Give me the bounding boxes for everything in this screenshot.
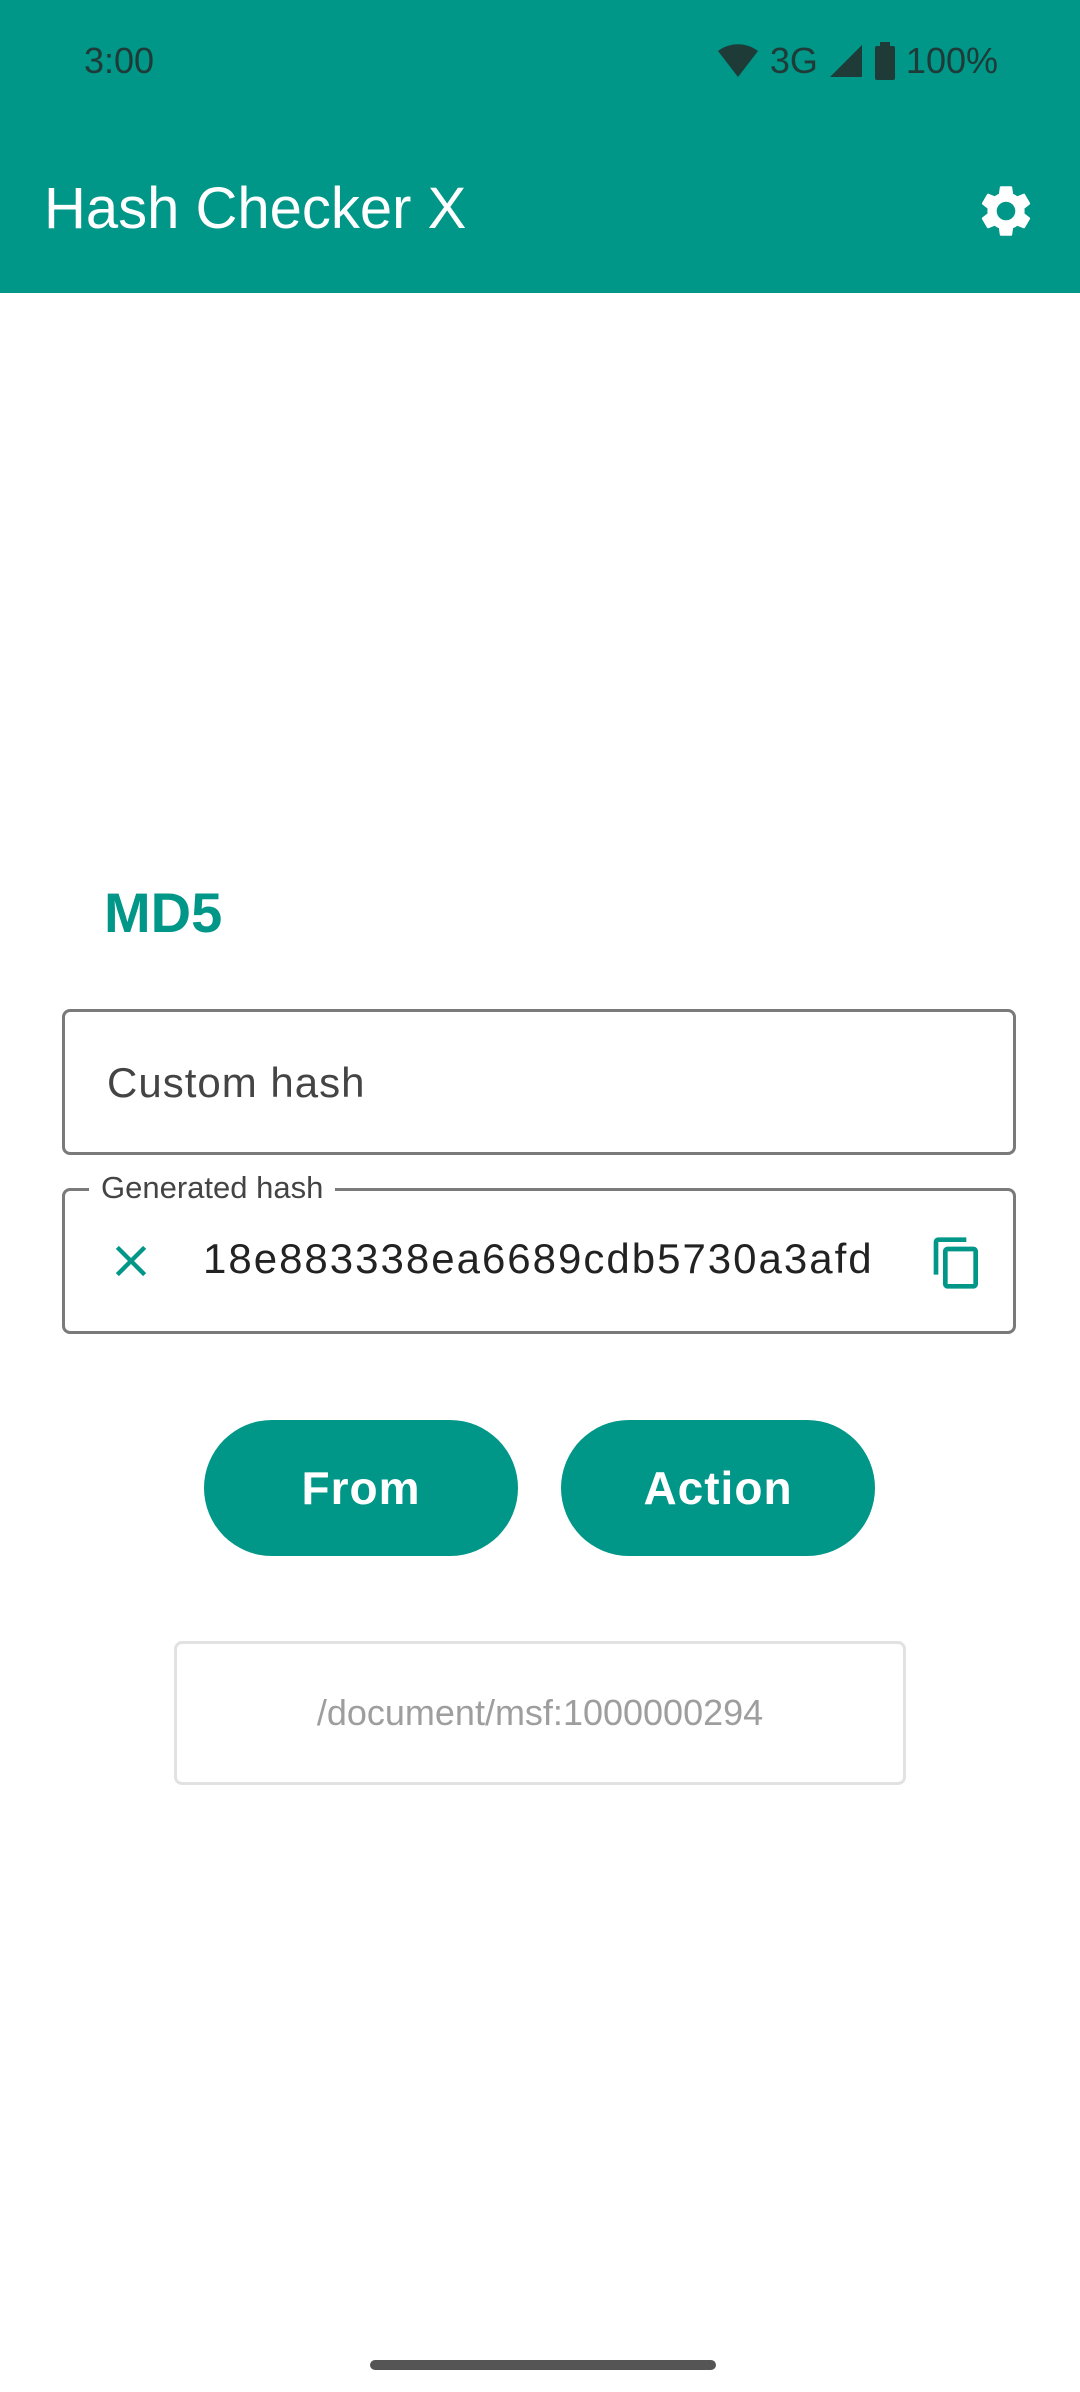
network-type: 3G: [769, 40, 818, 81]
generated-hash-field: Generated hash 18e883338ea6689cdb5730a3a…: [62, 1169, 1016, 1334]
settings-button[interactable]: [975, 180, 1037, 242]
from-button[interactable]: From: [204, 1420, 518, 1556]
custom-hash-input[interactable]: [105, 1012, 969, 1154]
generated-hash-value: 18e883338ea6689cdb5730a3afd: [203, 1235, 874, 1282]
app-bar: 3:00 3G 100% Hash Checker X: [0, 0, 1080, 293]
screen: 3:00 3G 100% Hash Checker X MD5 Custom h…: [0, 0, 1080, 2392]
algorithm-label: MD5: [104, 881, 223, 944]
home-indicator[interactable]: [370, 2360, 716, 2370]
close-icon: [105, 1245, 157, 1291]
generated-hash-label: Generated hash: [89, 1169, 336, 1207]
battery-icon: [874, 42, 896, 80]
custom-hash-field[interactable]: [62, 1009, 1016, 1155]
gear-icon: [975, 186, 1037, 246]
status-icons: 3G 100%: [716, 40, 998, 82]
copy-hash-button[interactable]: [929, 1235, 985, 1291]
status-time: 3:00: [84, 40, 155, 81]
cell-signal-icon: [828, 43, 864, 79]
app-title: Hash Checker X: [44, 176, 467, 241]
battery-percent: 100%: [905, 40, 998, 81]
action-button[interactable]: Action: [561, 1420, 875, 1556]
clear-hash-button[interactable]: [105, 1235, 157, 1287]
copy-icon: [929, 1237, 985, 1295]
file-path-box: /document/msf:1000000294: [174, 1641, 906, 1785]
file-path-text: /document/msf:1000000294: [316, 1692, 764, 1733]
wifi-icon: [716, 43, 760, 79]
